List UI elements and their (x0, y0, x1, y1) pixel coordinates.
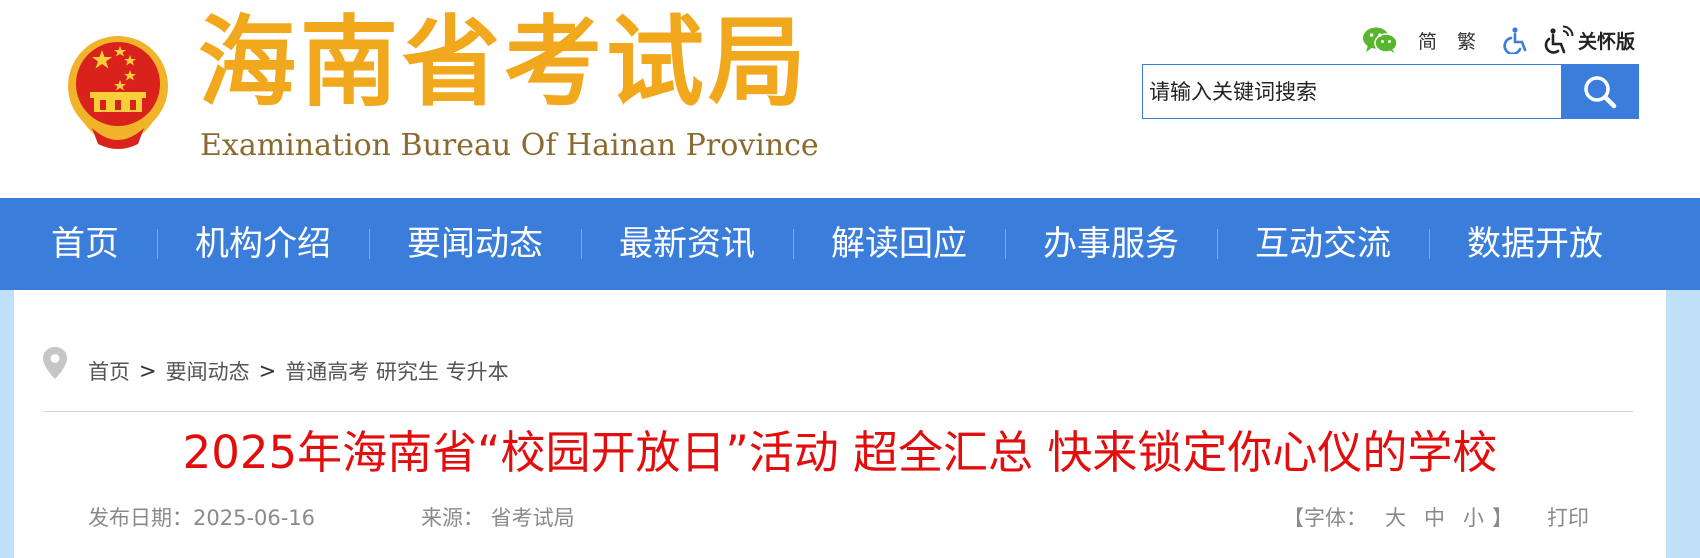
nav-separator (793, 229, 794, 259)
font-size-medium[interactable]: 中 (1424, 502, 1445, 532)
nav-item-latest[interactable]: 最新资讯 (587, 198, 787, 290)
wechat-icon[interactable] (1362, 26, 1398, 54)
nav-separator (581, 229, 582, 259)
publish-date: 发布日期：2025-06-16 (88, 506, 316, 530)
title-divider (43, 411, 1633, 412)
simplified-chinese-toggle[interactable]: 简 (1418, 27, 1437, 54)
nav-item-about[interactable]: 机构介绍 (163, 198, 363, 290)
article-title: 2025年海南省“校园开放日”活动 超全汇总 快来锁定你心仪的学校 (182, 426, 1498, 479)
breadcrumb-separator: > (139, 359, 157, 383)
breadcrumb-home[interactable]: 首页 (88, 356, 130, 386)
care-mode-button[interactable]: 关怀版 (1544, 25, 1635, 55)
main-nav: 首页 机构介绍 要闻动态 最新资讯 解读回应 办事服务 互动交流 数据开放 (0, 198, 1700, 290)
nav-item-interaction[interactable]: 互动交流 (1223, 198, 1423, 290)
breadcrumb-category[interactable]: 普通高考 研究生 专升本 (285, 356, 508, 386)
care-mode-label: 关怀版 (1578, 30, 1636, 53)
font-size-large[interactable]: 大 (1385, 502, 1406, 532)
breadcrumb-news[interactable]: 要闻动态 (166, 356, 250, 386)
header-tools: 简 繁 关怀版 (1362, 25, 1635, 55)
nav-item-interpretation[interactable]: 解读回应 (799, 198, 999, 290)
nav-separator (1217, 229, 1218, 259)
breadcrumb-separator: > (258, 359, 277, 383)
site-header: 海南省考试局 Examination Bureau Of Hainan Prov… (0, 0, 1700, 198)
nav-item-open-data[interactable]: 数据开放 (1435, 198, 1635, 290)
font-size-control: 【字体： 大 中 小 】 (1283, 502, 1513, 532)
search-input[interactable] (1142, 64, 1562, 119)
print-link[interactable]: 打印 (1547, 502, 1589, 532)
national-emblem-icon (68, 36, 168, 149)
site-logo-title: 海南省考试局 (198, 6, 811, 120)
nav-separator (1429, 229, 1430, 259)
article-source: 来源： 省考试局 (421, 506, 575, 530)
traditional-chinese-toggle[interactable]: 繁 (1457, 27, 1476, 54)
search-button[interactable] (1561, 64, 1639, 119)
site-logo-subtitle: Examination Bureau Of Hainan Province (200, 128, 819, 163)
nav-item-news[interactable]: 要闻动态 (375, 198, 575, 290)
font-size-label-close: 】 (1492, 506, 1513, 530)
search-icon (1584, 75, 1617, 108)
nav-separator (369, 229, 370, 259)
font-size-label: 【字体： (1283, 506, 1367, 530)
nav-item-services[interactable]: 办事服务 (1011, 198, 1211, 290)
font-size-small[interactable]: 小 (1463, 502, 1484, 532)
accessibility-icon[interactable] (1500, 26, 1528, 54)
nav-separator (1005, 229, 1006, 259)
wheelchair-audio-icon (1544, 25, 1574, 54)
breadcrumb: 首页 > 要闻动态 > 普通高考 研究生 专升本 (88, 356, 509, 386)
nav-separator (157, 229, 158, 259)
location-pin-icon (43, 347, 67, 379)
